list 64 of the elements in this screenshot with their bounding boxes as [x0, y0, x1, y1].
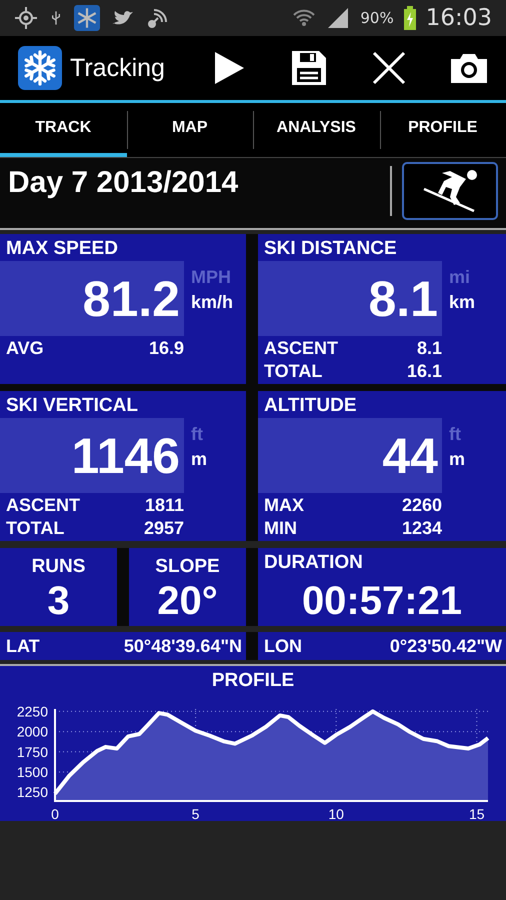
stat-value: 20° — [157, 579, 218, 623]
row-label: ASCENT — [264, 338, 338, 359]
unit-label[interactable]: m — [191, 449, 208, 470]
row-label: TOTAL — [264, 361, 322, 382]
day-title: Day 7 2013/2014 — [8, 166, 240, 200]
unit-label[interactable]: km/h — [191, 292, 234, 313]
row-label: AVG — [6, 338, 44, 359]
stat-value: 00:57:21 — [302, 579, 462, 623]
stat-value: 81.2 — [82, 270, 180, 328]
y-tick-label: 1500 — [16, 764, 48, 780]
coordinate-label: LON — [264, 636, 302, 657]
row-value: 1811 — [144, 495, 184, 516]
chart-title: PROFILE — [210, 669, 296, 693]
row-label: MAX — [264, 495, 304, 516]
stat-label: SKI DISTANCE — [263, 237, 398, 261]
unit-label[interactable]: m — [449, 449, 466, 470]
stat-value: 8.1 — [368, 270, 438, 328]
clock: 16:03 — [426, 5, 492, 31]
stat-value: 1146 — [72, 426, 180, 484]
row-label: MIN — [264, 518, 297, 539]
signal-waves-icon — [146, 6, 170, 30]
stat-value: 44 — [382, 426, 438, 484]
stat-label: SLOPE — [154, 555, 221, 579]
row-label: ASCENT — [6, 495, 80, 516]
location-icon — [14, 6, 38, 30]
y-tick-label: 2000 — [16, 724, 48, 740]
battery-icon — [404, 6, 416, 30]
row-value: 2260 — [402, 495, 442, 516]
stat-label: MAX SPEED — [5, 237, 119, 261]
app-title: Tracking — [70, 54, 166, 82]
x-tick-label: 0 — [51, 806, 59, 822]
tab[interactable]: MAP — [126, 103, 253, 157]
x-tick-label: 10 — [328, 806, 344, 822]
coordinate-label: LAT — [6, 636, 40, 657]
save-button[interactable] — [290, 49, 328, 87]
coordinate-value: 50°48'39.64"N — [124, 636, 242, 657]
stat-label: ALTITUDE — [263, 394, 358, 418]
snowflake-icon — [74, 5, 100, 31]
tab[interactable]: PROFILE — [380, 103, 506, 157]
stat-label: RUNS — [30, 555, 86, 579]
close-button[interactable] — [370, 49, 408, 87]
coordinate-value: 0°23'50.42"W — [390, 636, 502, 657]
stat-label: DURATION — [263, 551, 364, 575]
row-value: 2957 — [144, 518, 184, 539]
row-value: 8.1 — [416, 338, 442, 359]
snowflake-icon — [18, 46, 62, 90]
x-tick-label: 15 — [468, 806, 485, 822]
y-tick-label: 2250 — [16, 703, 48, 720]
x-tick-label: 5 — [192, 806, 200, 822]
tab[interactable]: ANALYSIS — [253, 103, 380, 157]
stat-label: SKI VERTICAL — [5, 394, 139, 418]
row-value: 16.1 — [406, 361, 442, 382]
y-tick-label: 1250 — [16, 784, 48, 800]
row-value: 16.9 — [148, 338, 184, 359]
row-value: 1234 — [402, 518, 442, 539]
row-label: TOTAL — [6, 518, 64, 539]
camera-icon — [451, 53, 487, 83]
cell-signal-icon — [326, 6, 350, 30]
play-icon — [213, 51, 245, 85]
battery-percent: 90% — [360, 9, 394, 27]
unit-label[interactable]: km — [449, 292, 476, 313]
y-tick-label: 1750 — [16, 744, 48, 760]
close-icon — [372, 51, 406, 85]
stat-value: 3 — [47, 579, 70, 623]
